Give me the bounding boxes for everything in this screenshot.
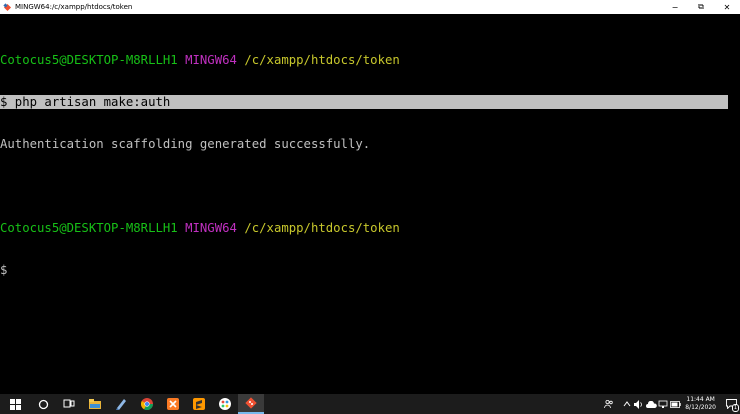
prompt-line-1: Cotocus5@DESKTOP-M8RLLH1 MINGW64 /c/xamp… xyxy=(0,53,740,67)
window-title-bar[interactable]: MINGW64:/c/xampp/htdocs/token − ⧉ ✕ xyxy=(0,0,740,14)
prompt-user-host: Cotocus5@DESKTOP-M8RLLH1 xyxy=(0,53,178,67)
clock-date: 8/12/2020 xyxy=(685,404,716,411)
prompt-line-2: Cotocus5@DESKTOP-M8RLLH1 MINGW64 /c/xamp… xyxy=(0,221,740,235)
command-output: Authentication scaffolding generated suc… xyxy=(0,137,371,151)
terminal-output[interactable]: Cotocus5@DESKTOP-M8RLLH1 MINGW64 /c/xamp… xyxy=(0,25,740,291)
prompt-path: /c/xampp/htdocs/token xyxy=(244,221,400,235)
file-explorer-icon[interactable] xyxy=(82,394,108,414)
minimize-button[interactable]: − xyxy=(662,0,688,14)
window-title: MINGW64:/c/xampp/htdocs/token xyxy=(15,3,133,11)
sublime-text-icon[interactable] xyxy=(186,394,212,414)
notification-center-icon[interactable]: 1 xyxy=(722,394,740,414)
onedrive-icon[interactable] xyxy=(645,394,657,414)
people-icon[interactable] xyxy=(603,394,615,414)
task-view-icon[interactable] xyxy=(56,394,82,414)
git-bash-icon xyxy=(3,2,12,12)
prompt-path: /c/xampp/htdocs/token xyxy=(244,53,400,67)
notepad-icon[interactable] xyxy=(108,394,134,414)
battery-icon[interactable] xyxy=(669,394,681,414)
chevron-up-icon[interactable] xyxy=(621,394,633,414)
system-clock[interactable]: 11:44 AM 8/12/2020 xyxy=(685,396,716,412)
notification-count-badge: 1 xyxy=(731,404,739,412)
prompt-shell: MINGW64 xyxy=(185,221,237,235)
cursor-line: $ xyxy=(0,263,8,277)
command-line: $ php artisan make:auth xyxy=(0,95,728,109)
system-tray: 11:44 AM 8/12/2020 1 xyxy=(603,394,740,414)
close-button[interactable]: ✕ xyxy=(714,0,740,14)
git-bash-taskbar-icon[interactable] xyxy=(238,394,264,414)
cortana-search-icon[interactable] xyxy=(30,394,56,414)
windows-start-icon[interactable] xyxy=(0,394,30,414)
taskbar: 11:44 AM 8/12/2020 1 xyxy=(0,394,740,414)
maximize-button[interactable]: ⧉ xyxy=(688,0,714,14)
prompt-shell: MINGW64 xyxy=(185,53,237,67)
xampp-icon[interactable] xyxy=(160,394,186,414)
volume-icon[interactable] xyxy=(633,394,645,414)
prompt-user-host: Cotocus5@DESKTOP-M8RLLH1 xyxy=(0,221,178,235)
network-icon[interactable] xyxy=(657,394,669,414)
paint-3d-icon[interactable] xyxy=(212,394,238,414)
chrome-icon[interactable] xyxy=(134,394,160,414)
clock-time: 11:44 AM xyxy=(686,396,715,403)
